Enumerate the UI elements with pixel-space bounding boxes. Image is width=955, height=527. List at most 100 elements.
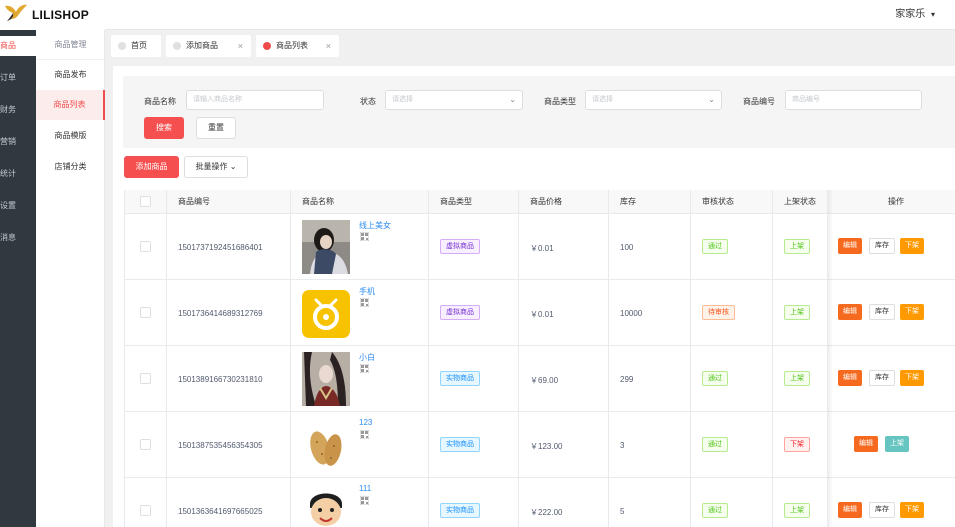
close-icon[interactable]: × xyxy=(238,35,243,57)
reset-button[interactable]: 重置 xyxy=(196,117,236,139)
column-divider xyxy=(690,190,691,527)
qrcode-icon[interactable] xyxy=(360,496,369,505)
status-select-placeholder: 请选择 xyxy=(392,96,413,103)
goods-thumbnail[interactable] xyxy=(302,418,350,472)
qrcode-icon[interactable] xyxy=(360,232,369,241)
nav-item-statistics[interactable]: 统计 xyxy=(0,164,36,184)
secondary-sidebar: 商品管理 商品发布 商品列表 商品模版 店铺分类 xyxy=(36,30,105,527)
edit-button[interactable]: 编辑 xyxy=(838,304,862,320)
add-goods-button[interactable]: 添加商品 xyxy=(124,156,179,178)
goods-thumbnail[interactable] xyxy=(302,484,350,527)
goods-code: 1501387535456354305 xyxy=(178,441,263,450)
submenu-item-shop-category[interactable]: 店铺分类 xyxy=(36,152,105,182)
goods-thumbnail[interactable] xyxy=(302,352,350,406)
search-button[interactable]: 搜索 xyxy=(144,117,184,139)
row-checkbox[interactable] xyxy=(140,241,151,252)
off-shelf-button[interactable]: 下架 xyxy=(900,370,924,386)
batch-operation-button[interactable]: 批量操作 ⌄ xyxy=(184,156,248,178)
user-menu[interactable]: 家家乐 ▾ xyxy=(895,5,935,20)
nav-item-marketing[interactable]: 营销 xyxy=(0,132,36,152)
tab-home[interactable]: 首页 xyxy=(111,35,161,57)
column-divider xyxy=(428,190,429,527)
edit-button[interactable]: 编辑 xyxy=(838,370,862,386)
edit-button[interactable]: 编辑 xyxy=(854,436,878,452)
shelf-status-tag: 上架 xyxy=(784,371,810,386)
primary-sidebar: 商品 订单 财务 营销 统计 设置 消息 xyxy=(0,0,36,527)
search-panel: 商品名称 请输入商品名称 状态 请选择 ⌄ 商品类型 请选择 ⌄ 商品编号 商品… xyxy=(123,76,955,148)
goods-type-label: 商品类型 xyxy=(544,97,576,106)
goods-name-link[interactable]: 123 xyxy=(359,418,372,427)
stock-button[interactable]: 库存 xyxy=(869,304,895,320)
goods-code-input[interactable]: 商品编号 xyxy=(785,90,922,110)
shelf-status-tag: 上架 xyxy=(784,503,810,518)
goods-type-select[interactable]: 请选择 ⌄ xyxy=(585,90,722,110)
goods-stock: 3 xyxy=(620,441,625,450)
header-goods-name: 商品名称 xyxy=(302,197,334,206)
header-goods-type: 商品类型 xyxy=(440,197,472,206)
goods-name-link[interactable]: 手机 xyxy=(359,286,375,297)
nav-item-settings[interactable]: 设置 xyxy=(0,196,36,216)
logo-area: LILISHOP xyxy=(0,0,106,30)
goods-thumbnail[interactable] xyxy=(302,220,350,274)
goods-price: ￥123.00 xyxy=(530,442,563,451)
stock-button[interactable]: 库存 xyxy=(869,238,895,254)
goods-name-label: 商品名称 xyxy=(144,97,176,106)
close-icon[interactable]: × xyxy=(326,35,331,57)
goods-price: ￥0.01 xyxy=(530,244,554,253)
goods-type-tag: 虚拟商品 xyxy=(440,239,480,254)
header-stock: 库存 xyxy=(620,197,636,206)
row-checkbox[interactable] xyxy=(140,307,151,318)
goods-price: ￥69.00 xyxy=(530,376,559,385)
goods-type-tag: 实物商品 xyxy=(440,503,480,518)
goods-name-link[interactable]: 111 xyxy=(359,484,371,493)
goods-code: 1501389166730231810 xyxy=(178,375,263,384)
submenu-item-list[interactable]: 商品列表 xyxy=(36,90,105,120)
shelf-status-tag: 上架 xyxy=(784,305,810,320)
tab-add-goods[interactable]: 添加商品 × xyxy=(166,35,251,57)
edit-button[interactable]: 编辑 xyxy=(838,238,862,254)
caret-down-icon: ▾ xyxy=(930,10,935,19)
stock-button[interactable]: 库存 xyxy=(869,370,895,386)
goods-stock: 5 xyxy=(620,507,625,516)
goods-name-link[interactable]: 线上美女 xyxy=(359,220,391,231)
row-checkbox[interactable] xyxy=(140,505,151,516)
audit-status-tag: 通过 xyxy=(702,437,728,452)
status-select[interactable]: 请选择 ⌄ xyxy=(385,90,523,110)
stock-button[interactable]: 库存 xyxy=(869,502,895,518)
nav-item-orders[interactable]: 订单 xyxy=(0,68,36,88)
top-header: 家家乐 ▾ xyxy=(105,0,955,30)
qrcode-icon[interactable] xyxy=(360,298,369,307)
goods-code: 1501737192451686401 xyxy=(178,243,263,252)
off-shelf-button[interactable]: 下架 xyxy=(900,304,924,320)
submenu-title: 商品管理 xyxy=(36,30,105,60)
submenu-item-publish[interactable]: 商品发布 xyxy=(36,60,105,90)
goods-name-link[interactable]: 小白 xyxy=(359,352,375,363)
nav-item-finance[interactable]: 财务 xyxy=(0,100,36,120)
submenu-item-template[interactable]: 商品模版 xyxy=(36,121,105,151)
qrcode-icon[interactable] xyxy=(360,430,369,439)
off-shelf-button[interactable]: 下架 xyxy=(900,502,924,518)
qrcode-icon[interactable] xyxy=(360,364,369,373)
logo-text: LILISHOP xyxy=(32,8,89,22)
off-shelf-button[interactable]: 下架 xyxy=(900,238,924,254)
nav-item-goods[interactable]: 商品 xyxy=(0,36,36,56)
tab-goods-list[interactable]: 商品列表 × xyxy=(256,35,339,57)
goods-type-tag: 实物商品 xyxy=(440,371,480,386)
column-divider xyxy=(772,190,773,527)
column-divider xyxy=(166,190,167,527)
row-checkbox[interactable] xyxy=(140,439,151,450)
column-divider xyxy=(518,190,519,527)
goods-thumbnail[interactable] xyxy=(302,286,350,340)
audit-status-tag: 通过 xyxy=(702,503,728,518)
header-goods-code: 商品编号 xyxy=(178,197,210,206)
on-shelf-button[interactable]: 上架 xyxy=(885,436,909,452)
edit-button[interactable]: 编辑 xyxy=(838,502,862,518)
tab-label: 首页 xyxy=(131,41,147,50)
nav-item-messages[interactable]: 消息 xyxy=(0,228,36,248)
goods-name-input[interactable]: 请输入商品名称 xyxy=(186,90,324,110)
goods-code: 1501736414689312769 xyxy=(178,309,263,318)
logo-bird-icon xyxy=(5,4,27,21)
select-all-checkbox[interactable] xyxy=(140,196,151,207)
row-checkbox[interactable] xyxy=(140,373,151,384)
shelf-status-tag: 下架 xyxy=(784,437,810,452)
